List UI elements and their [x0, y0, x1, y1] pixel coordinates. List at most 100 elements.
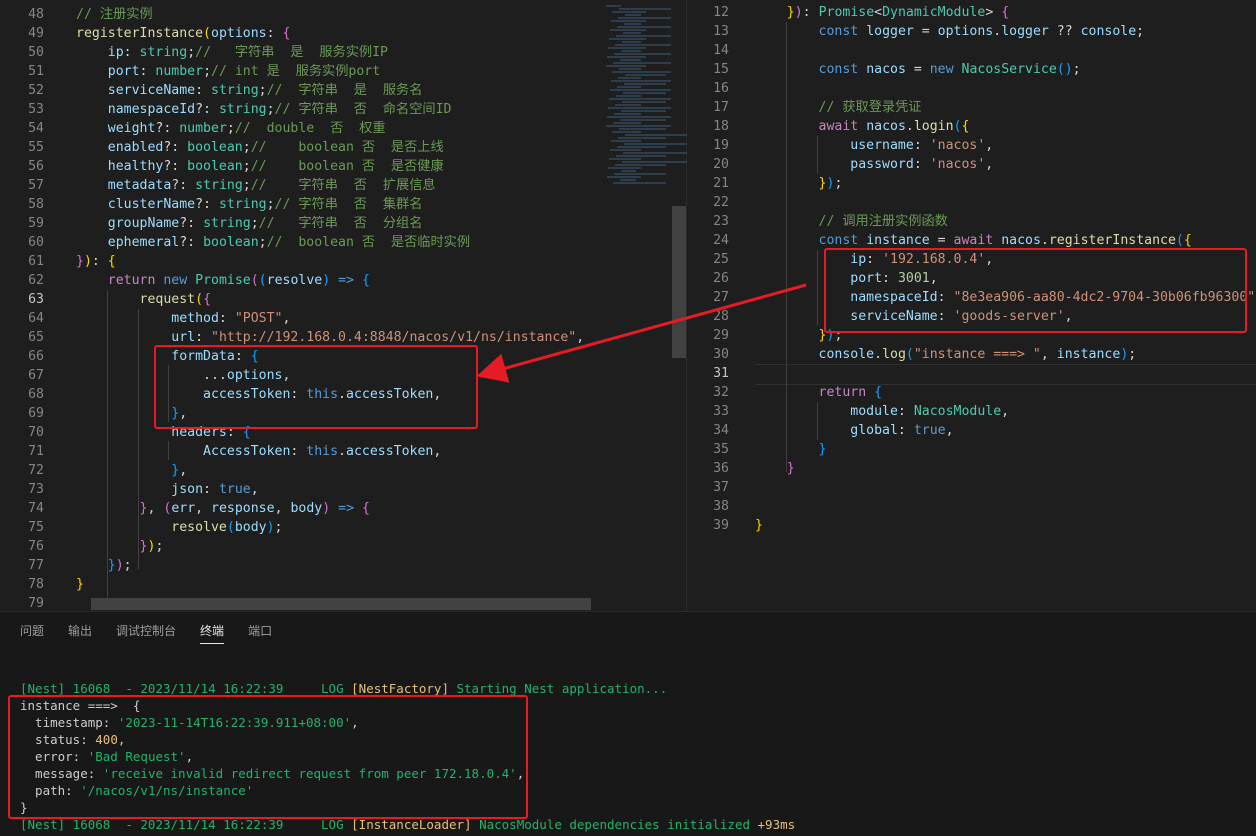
code-line[interactable]: 56 healthy?: boolean;// boolean 否 是否健康: [0, 157, 596, 176]
line-number: 32: [713, 385, 729, 400]
code-line[interactable]: 23 // 调用注册实例函数: [687, 212, 1256, 231]
code-line[interactable]: 36 }: [687, 459, 1256, 478]
code-line[interactable]: 61}): {: [0, 252, 596, 271]
code-line[interactable]: 55 enabled?: boolean;// boolean 否 是否上线: [0, 138, 596, 157]
code-line[interactable]: 19 username: 'nacos',: [687, 136, 1256, 155]
code-line[interactable]: 64 method: "POST",: [0, 309, 596, 328]
code-line[interactable]: 54 weight?: number;// double 否 权重: [0, 119, 596, 138]
terminal-highlight-box: [8, 695, 528, 819]
code-token: resolve: [171, 520, 227, 535]
code-token: {: [107, 254, 116, 269]
code-line[interactable]: 15 const nacos = new NacosService();: [687, 60, 1256, 79]
vertical-scrollbar[interactable]: [672, 206, 686, 358]
code-token: 'nacos': [929, 138, 986, 153]
code-token: return: [107, 273, 156, 288]
line-number: 35: [713, 442, 729, 457]
code-line[interactable]: 22: [687, 193, 1256, 212]
code-line[interactable]: 33 module: NacosModule,: [687, 402, 1256, 421]
code-line[interactable]: 21 });: [687, 174, 1256, 193]
line-number: 23: [713, 214, 729, 229]
code-line[interactable]: 72 },: [0, 461, 596, 480]
code-line[interactable]: 13 const logger = options.logger ?? cons…: [687, 22, 1256, 41]
code-line[interactable]: 12 }): Promise<DynamicModule> {: [687, 3, 1256, 22]
code-line[interactable]: 77 });: [0, 556, 596, 575]
code-line[interactable]: 78}: [0, 575, 596, 594]
code-line[interactable]: 75 resolve(body);: [0, 518, 596, 537]
code-line[interactable]: 34 global: true,: [687, 421, 1256, 440]
line-number: 24: [713, 233, 729, 248]
panel-tab[interactable]: 终端: [200, 622, 225, 644]
code-line[interactable]: 74 }, (err, response, body) => {: [0, 499, 596, 518]
code-line[interactable]: 48 // 注册实例: [0, 5, 596, 24]
code-line[interactable]: 63 request({: [0, 290, 596, 309]
code-line[interactable]: 18 await nacos.login({: [687, 117, 1256, 136]
panel-tab[interactable]: 端口: [248, 622, 272, 644]
code-line[interactable]: 58 clusterName?: string;// 字符串 否 集群名: [0, 195, 596, 214]
code-token: DynamicModule: [882, 5, 986, 20]
code-line[interactable]: 30 console.log("instance ===> ", instanc…: [687, 345, 1256, 364]
panel-tab[interactable]: 问题: [20, 622, 44, 644]
code-token: (: [195, 292, 204, 307]
code-token: healthy: [107, 159, 164, 174]
code-line[interactable]: 35 }: [687, 440, 1256, 459]
line-number: 29: [713, 328, 729, 343]
code-line[interactable]: 37: [687, 478, 1256, 497]
code-token: ;: [203, 64, 212, 79]
code-line[interactable]: 50 ip: string;// 字符串 是 服务实例IP: [0, 43, 596, 62]
code-line[interactable]: 17 // 获取登录凭证: [687, 98, 1256, 117]
code-line[interactable]: 32 return {: [687, 383, 1256, 402]
code-text: method: "POST",: [76, 309, 290, 328]
code-line[interactable]: 71 AccessToken: this.accessToken,: [0, 442, 596, 461]
code-token: // 字符串 否 命名空间ID: [274, 102, 452, 117]
code-token: ??: [1048, 24, 1081, 39]
code-text: }, (err, response, body) => {: [76, 499, 370, 518]
horizontal-scrollbar[interactable]: [91, 598, 591, 610]
code-line[interactable]: 76 });: [0, 537, 596, 556]
code-token: boolean: [187, 159, 243, 174]
code-text: }: [76, 575, 84, 594]
code-line[interactable]: 38: [687, 497, 1256, 516]
code-token: ): [83, 254, 92, 269]
terminal-token: [Nest] 16068 - 2023/11/14 16:22:39 LOG: [20, 681, 352, 696]
code-text: return new Promise((resolve) => {: [76, 271, 370, 290]
code-token: ,: [433, 444, 442, 459]
code-line[interactable]: 52 serviceName: string;// 字符串 是 服务名: [0, 81, 596, 100]
code-line[interactable]: 51 port: number;// int 是 服务实例port: [0, 62, 596, 81]
panel-tab[interactable]: 输出: [68, 622, 92, 644]
code-token: ;: [123, 558, 132, 573]
code-line[interactable]: 31: [687, 364, 1256, 383]
code-line[interactable]: 60 ephemeral?: boolean;// boolean 否 是否临时…: [0, 233, 596, 252]
code-line[interactable]: 49 registerInstance(options: {: [0, 24, 596, 43]
code-token: :: [91, 254, 108, 269]
code-text: await nacos.login({: [755, 117, 970, 136]
code-token: registerInstance: [1048, 233, 1176, 248]
line-number: 12: [713, 5, 729, 20]
code-token: password: [850, 157, 914, 172]
code-line[interactable]: 14: [687, 41, 1256, 60]
code-token: :: [290, 444, 307, 459]
code-token: }: [786, 5, 795, 20]
code-text: password: 'nacos',: [755, 155, 993, 174]
code-line[interactable]: 62 return new Promise((resolve) => {: [0, 271, 596, 290]
panel-tab[interactable]: 调试控制台: [116, 622, 176, 644]
line-number: 69: [28, 406, 44, 421]
code-token: "http://192.168.0.4:8848/nacos/v1/ns/ins…: [211, 330, 577, 345]
code-line[interactable]: 39}: [687, 516, 1256, 535]
code-line[interactable]: 16: [687, 79, 1256, 98]
left-editor[interactable]: 48// 注册实例 49 registerInstance(options: {50…: [0, 0, 596, 610]
code-line[interactable]: 59 groupName?: string;// 字符串 否 分组名: [0, 214, 596, 233]
code-line[interactable]: 53 namespaceId?: string;// 字符串 否 命名空间ID: [0, 100, 596, 119]
code-token: port: [107, 64, 140, 79]
line-number: 17: [713, 100, 729, 115]
code-line[interactable]: 57 metadata?: string;// 字符串 否 扩展信息: [0, 176, 596, 195]
code-line[interactable]: 73 json: true,: [0, 480, 596, 499]
code-line[interactable]: 20 password: 'nacos',: [687, 155, 1256, 174]
